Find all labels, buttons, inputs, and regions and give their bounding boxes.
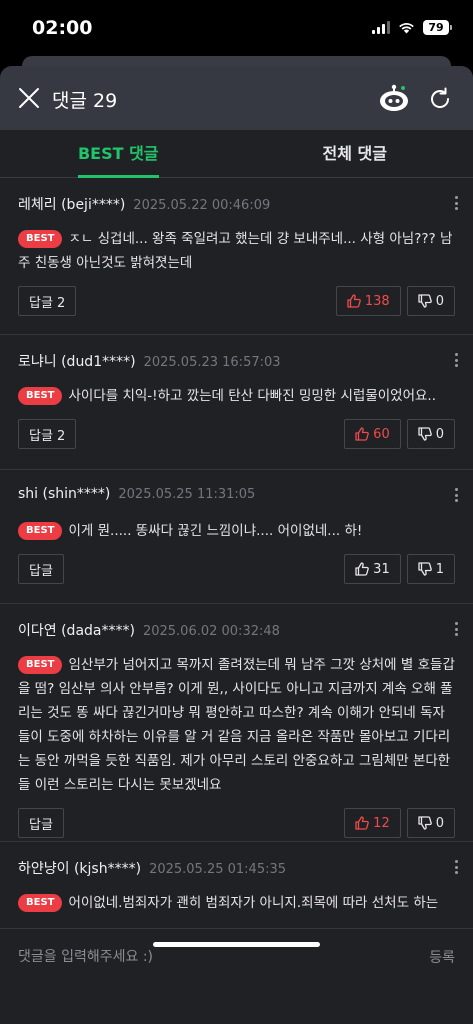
reply-button[interactable]: 답글 2 xyxy=(18,419,77,449)
status-icons: 79 xyxy=(372,20,452,35)
comment-actions: 답글 31 1 xyxy=(18,554,455,598)
cellular-signal-icon xyxy=(372,21,390,34)
comment-item: 로냐니 (dud1****) 2025.05.23 16:57:03 BEST 사… xyxy=(0,335,473,470)
comment-text: BEST 어이없네.범죄자가 괜히 범죄자가 아니지.죄목에 따라 선처도 하는 xyxy=(18,891,455,915)
comment-date: 2025.05.25 01:45:35 xyxy=(149,862,287,877)
comment-text: BEST 사이다를 치익-!하고 깠는데 탄산 다빠진 밍밍한 시럽물이었어요.. xyxy=(18,384,455,408)
more-options-icon[interactable] xyxy=(453,351,459,369)
best-badge: BEST xyxy=(18,230,63,248)
comment-actions: 답글 2 60 0 xyxy=(18,419,455,463)
submit-button[interactable]: 등록 xyxy=(429,947,455,967)
tab-all-comments[interactable]: 전체 댓글 xyxy=(237,130,473,177)
comment-body: 임산부가 넘어지고 목까지 졸려졌는데 뭐 남주 그깟 상처에 별 호들갑을 떰… xyxy=(18,657,455,793)
comments-sheet: 댓글 29 BEST 댓글 전체 댓글 레체리 (beji****) 2025.… xyxy=(0,66,473,1024)
wifi-icon xyxy=(399,23,414,34)
comment-input[interactable] xyxy=(18,945,398,969)
thumbs-up-icon xyxy=(355,427,370,441)
thumbs-up-icon xyxy=(347,294,361,308)
status-bar: 02:00 79 xyxy=(0,0,473,56)
more-options-icon[interactable] xyxy=(453,858,459,876)
more-options-icon[interactable] xyxy=(453,486,459,504)
like-button[interactable]: 138 xyxy=(335,286,401,316)
comment-body: 어이없네.범죄자가 괜히 범죄자가 아니지.죄목에 따라 선처도 하는 xyxy=(68,895,439,911)
comment-header: 하얀냥이 (kjsh****) 2025.05.25 01:45:35 xyxy=(18,858,455,882)
comment-author[interactable]: 이다연 (dada****) xyxy=(18,620,135,640)
thumbs-down-icon xyxy=(418,427,432,441)
dislike-count: 0 xyxy=(435,293,444,309)
battery-icon: 79 xyxy=(423,20,452,35)
home-indicator xyxy=(153,942,320,947)
dislike-button[interactable]: 1 xyxy=(406,554,455,584)
best-badge: BEST xyxy=(18,894,63,912)
comment-body: 이게 뭔..... 똥싸다 끊긴 느낌이냐.... 어이없네... 하! xyxy=(68,523,363,539)
like-count: 138 xyxy=(364,293,390,309)
comment-tabs: BEST 댓글 전체 댓글 xyxy=(0,130,473,178)
reply-button[interactable]: 답글 xyxy=(18,554,64,584)
comment-item: 이다연 (dada****) 2025.06.02 00:32:48 BEST 임… xyxy=(0,604,473,842)
like-count: 31 xyxy=(373,561,390,577)
comment-text: BEST 임산부가 넘어지고 목까지 졸려졌는데 뭐 남주 그깟 상처에 별 호들… xyxy=(18,653,455,797)
thumbs-up-icon xyxy=(355,562,370,576)
sheet-header: 댓글 29 xyxy=(0,66,473,130)
best-badge: BEST xyxy=(18,387,63,405)
comment-date: 2025.05.22 00:46:09 xyxy=(133,198,271,213)
close-icon[interactable] xyxy=(18,87,40,109)
dislike-count: 1 xyxy=(435,561,444,577)
reply-button[interactable]: 답글 2 xyxy=(18,286,77,316)
comment-header: 이다연 (dada****) 2025.06.02 00:32:48 xyxy=(18,620,455,644)
comment-date: 2025.05.23 16:57:03 xyxy=(143,355,281,370)
dislike-button[interactable]: 0 xyxy=(406,808,455,838)
best-badge: BEST xyxy=(18,522,63,540)
thumbs-down-icon xyxy=(418,562,432,576)
robot-icon[interactable] xyxy=(378,84,410,112)
refresh-icon[interactable] xyxy=(428,87,452,111)
dislike-count: 0 xyxy=(435,426,444,442)
comment-body: 사이다를 치익-!하고 깠는데 탄산 다빠진 밍밍한 시럽물이었어요.. xyxy=(68,388,437,404)
comment-text: BEST 이게 뭔..... 똥싸다 끊긴 느낌이냐.... 어이없네... 하! xyxy=(18,519,455,543)
dislike-button[interactable]: 0 xyxy=(406,286,455,316)
more-options-icon[interactable] xyxy=(453,620,459,638)
more-options-icon[interactable] xyxy=(453,194,459,212)
dislike-count: 0 xyxy=(435,815,444,831)
comment-author[interactable]: shi (shin****) xyxy=(18,486,110,502)
tab-best-comments[interactable]: BEST 댓글 xyxy=(0,130,237,178)
comment-author[interactable]: 하얀냥이 (kjsh****) xyxy=(18,858,141,878)
comment-body: ㅈㄴ 싱겁네... 왕족 죽일려고 했는데 걍 보내주네... 사형 아님???… xyxy=(18,231,453,271)
comment-header: shi (shin****) 2025.05.25 11:31:05 xyxy=(18,486,455,510)
comment-date: 2025.05.25 11:31:05 xyxy=(118,487,256,502)
dislike-button[interactable]: 0 xyxy=(406,419,455,449)
page-title: 댓글 29 xyxy=(52,90,118,112)
like-button[interactable]: 60 xyxy=(344,419,401,449)
comment-date: 2025.06.02 00:32:48 xyxy=(142,624,280,639)
like-button[interactable]: 31 xyxy=(344,554,401,584)
comment-header: 레체리 (beji****) 2025.05.22 00:46:09 xyxy=(18,194,455,218)
like-count: 12 xyxy=(373,815,390,831)
comment-author[interactable]: 로냐니 (dud1****) xyxy=(18,351,136,371)
like-button[interactable]: 12 xyxy=(344,808,401,838)
thumbs-down-icon xyxy=(418,294,432,308)
comment-actions: 답글 2 138 0 xyxy=(18,286,455,330)
comment-header: 로냐니 (dud1****) 2025.05.23 16:57:03 xyxy=(18,351,455,375)
thumbs-down-icon xyxy=(418,816,432,830)
status-time: 02:00 xyxy=(32,17,93,39)
like-count: 60 xyxy=(373,426,390,442)
comment-item: shi (shin****) 2025.05.25 11:31:05 BEST 이… xyxy=(0,470,473,604)
comment-item: 레체리 (beji****) 2025.05.22 00:46:09 BEST ㅈ… xyxy=(0,178,473,335)
comment-author[interactable]: 레체리 (beji****) xyxy=(18,194,125,214)
best-badge: BEST xyxy=(18,656,63,674)
thumbs-up-icon xyxy=(355,816,370,830)
comment-text: BEST ㅈㄴ 싱겁네... 왕족 죽일려고 했는데 걍 보내주네... 사형 아… xyxy=(18,227,455,275)
reply-button[interactable]: 답글 xyxy=(18,808,64,838)
